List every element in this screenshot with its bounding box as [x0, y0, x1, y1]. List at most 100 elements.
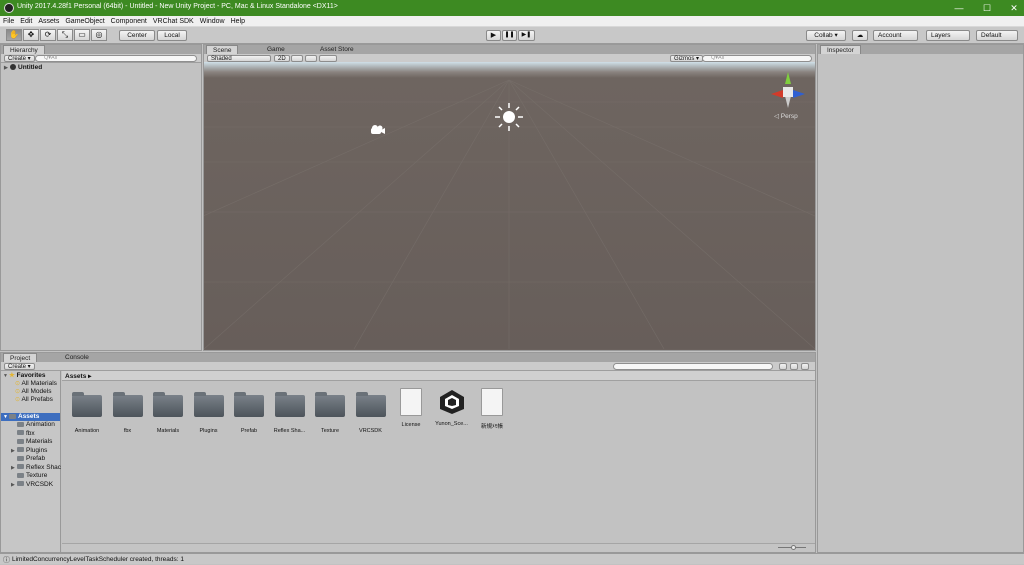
shading-mode-dropdown[interactable]: Shaded: [207, 55, 271, 62]
menu-vrchat-sdk[interactable]: VRChat SDK: [150, 16, 197, 27]
menu-assets[interactable]: Assets: [35, 16, 62, 27]
project-search-input[interactable]: [613, 363, 773, 370]
favorite-item[interactable]: ⊙ All Materials: [15, 380, 57, 388]
camera-icon[interactable]: [370, 124, 386, 136]
hand-tool-button[interactable]: ✋: [6, 29, 22, 41]
view-orientation-gizmo-icon[interactable]: [767, 70, 809, 112]
assets-tree-item-label: VRCSDK: [26, 480, 54, 488]
filter-type-icon[interactable]: [779, 363, 787, 370]
folder-icon: [17, 464, 24, 470]
mode-2d-toggle[interactable]: 2D: [274, 55, 290, 62]
asset-item[interactable]: Materials: [148, 388, 188, 434]
folder-icon: [193, 392, 224, 417]
folder-icon: [72, 392, 102, 417]
tab-project[interactable]: Project: [3, 353, 38, 362]
assets-tree-item[interactable]: ▶ Reflex Shac: [11, 464, 61, 472]
asset-item[interactable]: Texture: [310, 388, 350, 434]
scene-search-input[interactable]: Q▾All: [702, 55, 812, 62]
menu-file[interactable]: File: [0, 16, 17, 27]
step-button[interactable]: ▶❚: [518, 30, 535, 41]
lighting-toggle-icon[interactable]: [291, 55, 303, 62]
move-tool-button[interactable]: ✥: [23, 29, 39, 41]
breadcrumb-assets[interactable]: Assets ▸: [65, 372, 91, 380]
effects-toggle-icon[interactable]: [319, 55, 337, 62]
slider-thumb[interactable]: [791, 545, 796, 550]
favorite-star-icon[interactable]: [801, 363, 809, 370]
folder-icon: [17, 447, 24, 453]
assets-tree-item[interactable]: Animation: [11, 421, 55, 429]
favorites-node[interactable]: ▼★ Favorites: [3, 372, 46, 380]
hierarchy-create-button[interactable]: Create ▾: [4, 55, 35, 62]
asset-item[interactable]: fbx: [108, 388, 148, 434]
tab-asset-store[interactable]: Asset Store: [314, 45, 360, 54]
pause-button[interactable]: ❚❚: [502, 30, 517, 41]
layout-dropdown[interactable]: Default: [976, 30, 1018, 41]
rect-tool-button[interactable]: ▭: [74, 29, 90, 41]
pivot-local-button[interactable]: Local: [157, 30, 187, 41]
account-dropdown[interactable]: Account: [873, 30, 918, 41]
transform-tool-button[interactable]: ◎: [91, 29, 107, 41]
asset-item[interactable]: Reflex Sha...: [270, 388, 310, 434]
assets-tree-item[interactable]: fbx: [11, 430, 35, 438]
assets-tree-item[interactable]: ▶ VRCSDK: [11, 481, 53, 489]
tab-hierarchy[interactable]: Hierarchy: [3, 45, 45, 54]
menu-component[interactable]: Component: [108, 16, 150, 27]
filter-label-icon[interactable]: [790, 363, 798, 370]
rotate-tool-button[interactable]: ⟳: [40, 29, 56, 41]
asset-item-label: License: [401, 422, 421, 428]
cloud-icon[interactable]: ☁: [852, 30, 868, 41]
menu-gameobject[interactable]: GameObject: [62, 16, 107, 27]
favorite-item[interactable]: ⊙ All Models: [15, 388, 51, 396]
favorite-item[interactable]: ⊙ All Prefabs: [15, 396, 53, 404]
persp-label[interactable]: ◁ Persp: [774, 112, 798, 120]
asset-item-label: Prefab: [240, 428, 258, 434]
sun-light-icon[interactable]: [494, 102, 524, 132]
scene-name: Untitled: [18, 64, 43, 71]
expand-arrow-icon[interactable]: ▶: [4, 64, 10, 72]
assets-tree-item-label: Reflex Shac: [26, 463, 62, 471]
gizmos-dropdown[interactable]: Gizmos ▾: [670, 55, 704, 62]
scene-viewport[interactable]: ◁ Persp: [204, 62, 815, 349]
asset-grid: Animation fbx Materials Plugins Prefab Reflex…: [62, 382, 815, 542]
assets-tree-item[interactable]: ▶ Plugins: [11, 447, 47, 455]
assets-tree-item[interactable]: Materials: [11, 438, 52, 446]
asset-item[interactable]: Prefab: [229, 388, 269, 434]
menu-window[interactable]: Window: [197, 16, 228, 27]
project-toolbar: Create ▾: [1, 362, 815, 371]
collab-button[interactable]: Collab ▾: [806, 30, 846, 41]
hierarchy-toolbar: Create ▾ Q▾All: [1, 54, 201, 63]
tab-console[interactable]: Console: [59, 353, 95, 362]
asset-item-label: Animation: [74, 428, 100, 434]
audio-toggle-icon[interactable]: [305, 55, 317, 62]
main-toolbar: ✋ ✥ ⟳ ⤡ ▭ ◎ Center Local ▶ ❚❚ ▶❚ Collab …: [0, 27, 1024, 44]
assets-tree-item[interactable]: Texture: [11, 472, 47, 480]
tab-game[interactable]: Game: [261, 45, 291, 54]
close-button[interactable]: ✕: [1000, 0, 1024, 16]
text-file-icon: [481, 388, 503, 416]
maximize-button[interactable]: ☐: [973, 0, 1001, 16]
layers-dropdown[interactable]: Layers: [926, 30, 970, 41]
hierarchy-search-input[interactable]: Q▾All: [35, 55, 197, 62]
play-button[interactable]: ▶: [486, 30, 501, 41]
folder-icon: [17, 455, 24, 461]
asset-item[interactable]: VRCSDK: [351, 388, 391, 434]
assets-root-node[interactable]: ▼ Assets: [1, 413, 60, 421]
project-footer: [62, 543, 815, 552]
favorites-label: Favorites: [16, 372, 46, 379]
menu-help[interactable]: Help: [228, 16, 248, 27]
folder-icon: [234, 392, 264, 417]
assets-tree-item[interactable]: Prefab: [11, 455, 45, 463]
project-create-button[interactable]: Create ▾: [4, 363, 35, 370]
scene-root-item[interactable]: ▶ Untitled: [4, 64, 42, 72]
asset-item[interactable]: Animation: [67, 388, 107, 434]
minimize-button[interactable]: —: [945, 0, 973, 16]
menu-edit[interactable]: Edit: [17, 16, 35, 27]
pivot-center-button[interactable]: Center: [119, 30, 155, 41]
asset-item[interactable]: Plugins: [189, 388, 229, 434]
asset-item[interactable]: 新規ﾒﾓ帳: [472, 388, 512, 430]
asset-item[interactable]: Yunon_Sce...: [432, 388, 472, 427]
scale-tool-button[interactable]: ⤡: [57, 29, 73, 41]
tab-inspector[interactable]: Inspector: [820, 45, 861, 54]
asset-item[interactable]: License: [391, 388, 431, 428]
tab-scene[interactable]: Scene: [206, 45, 239, 54]
